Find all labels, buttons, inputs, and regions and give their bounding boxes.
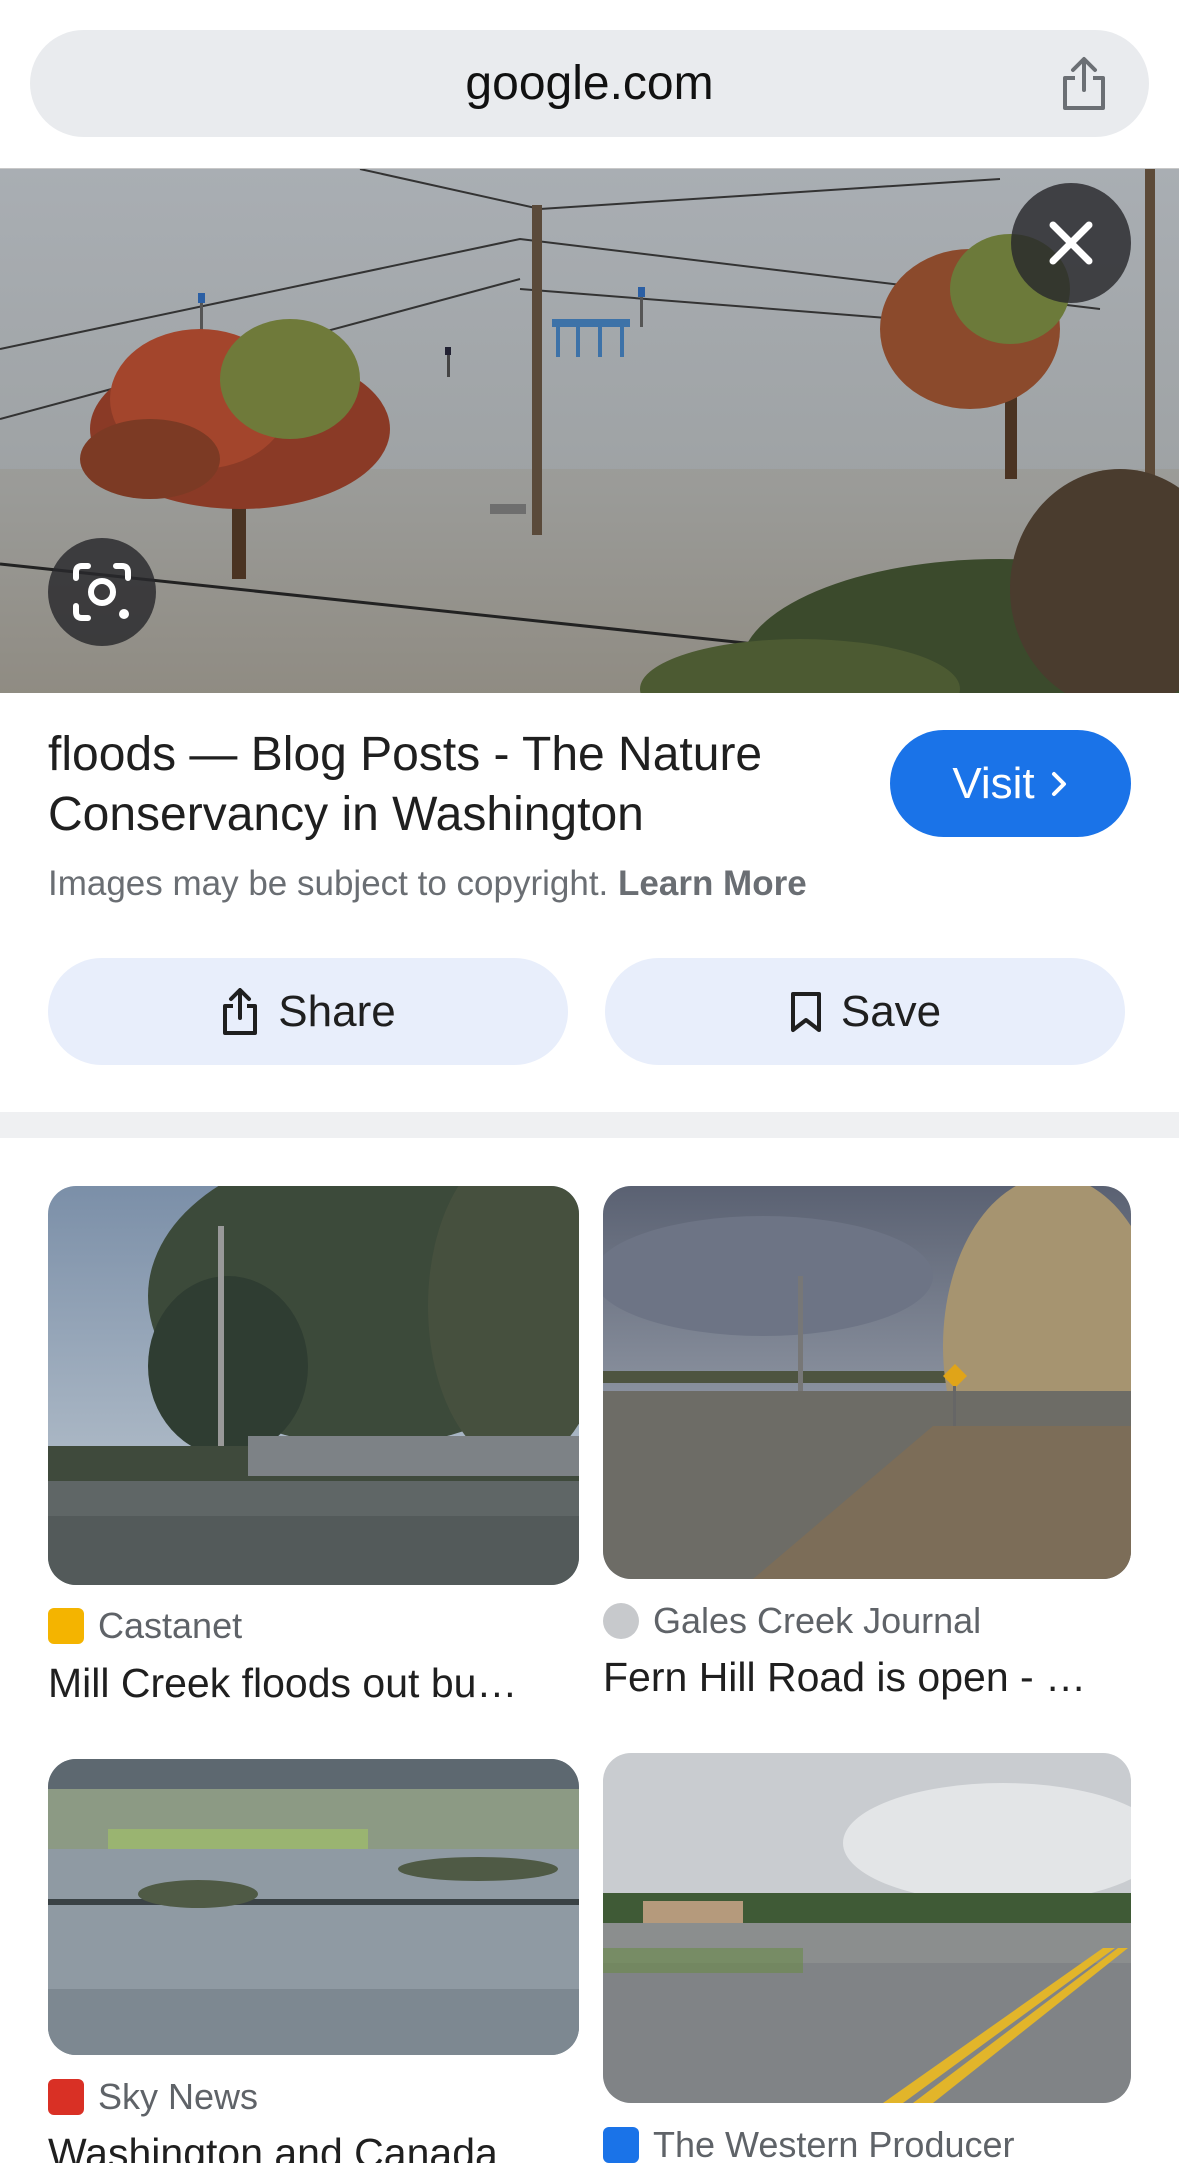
close-button[interactable] (1011, 183, 1131, 303)
related-caption-2[interactable]: Fern Hill Road is open - … (603, 1654, 1131, 1701)
related-source-2[interactable]: Gales Creek Journal (603, 1600, 981, 1642)
share-icon (223, 987, 258, 1035)
visit-button[interactable]: Visit (890, 730, 1131, 837)
save-button[interactable]: Save (605, 958, 1125, 1065)
related-image-2[interactable] (603, 1186, 1131, 1579)
preview-image[interactable] (0, 168, 1179, 693)
chevron-right-icon (1051, 771, 1066, 796)
gales-creek-favicon-icon (603, 1603, 639, 1639)
save-label: Save (840, 986, 942, 1036)
copyright-notice: Images may be subject to copyright. Lear… (48, 864, 807, 904)
result-title[interactable]: floods — Blog Posts - The Nature Conserv… (48, 725, 848, 845)
visit-label: Visit (952, 758, 1035, 808)
sky-news-favicon-icon (48, 2079, 84, 2115)
address-bar[interactable]: google.com (30, 30, 1149, 137)
source-name: Gales Creek Journal (653, 1600, 982, 1641)
close-icon (1049, 221, 1093, 265)
source-name: The Western Producer (653, 2124, 1015, 2163)
section-divider (0, 1112, 1179, 1138)
url-text[interactable]: google.com (30, 30, 1149, 137)
google-lens-icon (73, 563, 131, 621)
source-name: Sky News (98, 2076, 259, 2117)
related-source-4[interactable]: The Western Producer (603, 2124, 1015, 2163)
browser-toolbar: google.com (0, 0, 1179, 168)
google-lens-button[interactable] (48, 538, 156, 646)
bookmark-icon (790, 991, 821, 1032)
source-name: Castanet (98, 1605, 243, 1646)
related-image-4[interactable] (603, 1753, 1131, 2103)
related-source-1[interactable]: Castanet (48, 1605, 242, 1647)
share-label: Share (278, 986, 396, 1036)
related-image-1[interactable] (48, 1186, 579, 1585)
related-caption-3[interactable]: Washington and Canada (48, 2130, 579, 2163)
castanet-favicon-icon (48, 1608, 84, 1644)
related-caption-1[interactable]: Mill Creek floods out bu… (48, 1660, 579, 1707)
copyright-text: Images may be subject to copyright. (48, 864, 609, 903)
learn-more-link[interactable]: Learn More (618, 864, 807, 903)
share-icon[interactable] (1057, 56, 1111, 112)
western-producer-favicon-icon (603, 2127, 639, 2163)
related-image-3[interactable] (48, 1759, 579, 2055)
related-source-3[interactable]: Sky News (48, 2076, 258, 2118)
share-button[interactable]: Share (48, 958, 568, 1065)
